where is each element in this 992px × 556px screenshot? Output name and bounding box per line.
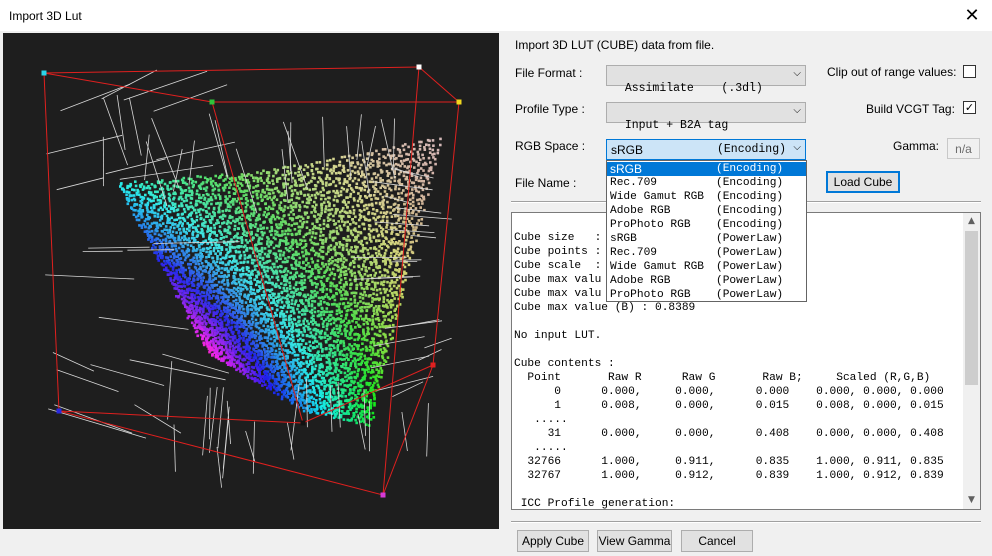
profile-type-label: Profile Type :	[515, 102, 585, 116]
option-name: Rec.709	[610, 247, 657, 259]
cube-corner-marker	[430, 362, 436, 368]
rgb-space-option[interactable]: ProPhoto RGB (Encoding)	[607, 218, 806, 232]
rgb-space-option[interactable]: sRGB (Encoding)	[607, 162, 806, 176]
scrollbar-thumb[interactable]	[965, 231, 978, 385]
option-encoding: (Encoding)	[716, 205, 784, 217]
cube-corner-marker	[56, 408, 62, 414]
option-encoding: (Encoding)	[716, 163, 784, 175]
chevron-down-icon: ⌵	[793, 68, 801, 79]
rgb-space-option[interactable]: Rec.709 (PowerLaw)	[607, 246, 806, 260]
chevron-down-icon: ⌵	[793, 142, 801, 153]
apply-cube-button[interactable]: Apply Cube	[517, 530, 589, 552]
divider	[511, 521, 981, 523]
gamma-field[interactable]: n/a	[947, 138, 980, 159]
rgb-space-label: RGB Space :	[515, 139, 586, 153]
gamma-label: Gamma:	[893, 139, 940, 153]
lut-cube-visualization[interactable]	[3, 33, 499, 529]
cube-edge	[432, 101, 460, 366]
file-name-label: File Name :	[515, 176, 577, 190]
option-name: sRGB	[610, 162, 643, 176]
option-encoding: (Encoding)	[716, 177, 784, 189]
rgb-space-option[interactable]: Wide Gamut RGB (Encoding)	[607, 190, 806, 204]
cube-edge	[43, 66, 420, 74]
vertical-scrollbar[interactable]: ▲ ▼	[963, 213, 980, 509]
cube-corner-marker	[416, 64, 422, 70]
option-name: Wide Gamut RGB	[610, 191, 704, 203]
scroll-down-icon[interactable]: ▼	[963, 492, 980, 509]
option-encoding: (Encoding)	[716, 219, 784, 231]
cube-edge	[58, 410, 304, 424]
option-encoding: (PowerLaw)	[716, 275, 784, 287]
option-encoding: (PowerLaw)	[716, 289, 784, 301]
cube-corner-marker	[209, 99, 215, 105]
option-name: Wide Gamut RGB	[610, 261, 704, 273]
option-name: Rec.709	[610, 177, 657, 189]
cube-corner-marker	[380, 492, 386, 498]
title-bar: Import 3D Lut ✕	[0, 0, 992, 31]
option-name: sRGB	[610, 233, 637, 245]
chevron-down-icon: ⌵	[793, 105, 801, 116]
build-vcgt-label: Build VCGT Tag:	[866, 102, 955, 116]
description-text: Import 3D LUT (CUBE) data from file.	[515, 38, 715, 52]
file-format-value: Assimilate (.3dl)	[624, 82, 763, 95]
rgb-space-option[interactable]: Adobe RGB (PowerLaw)	[607, 274, 806, 288]
rgb-space-select[interactable]: sRGB (Encoding) ⌵	[606, 139, 806, 160]
rgb-space-option[interactable]: Adobe RGB (Encoding)	[607, 204, 806, 218]
option-encoding: (PowerLaw)	[716, 233, 784, 245]
rgb-space-option[interactable]: Rec.709 (Encoding)	[607, 176, 806, 190]
cube-corner-marker	[456, 99, 462, 105]
option-encoding: (PowerLaw)	[716, 247, 784, 259]
option-encoding: (PowerLaw)	[716, 261, 784, 273]
cancel-button[interactable]: Cancel	[681, 530, 753, 552]
option-name: ProPhoto RGB	[610, 289, 691, 301]
lut-point-cloud	[119, 137, 442, 427]
option-name: Adobe RGB	[610, 205, 671, 217]
file-format-select[interactable]: Assimilate (.3dl) ⌵	[606, 65, 806, 95]
option-name: ProPhoto RGB	[610, 219, 691, 231]
option-encoding: (Encoding)	[716, 191, 784, 203]
cube-edge	[43, 72, 213, 103]
cube-edge	[418, 66, 460, 103]
cube-corner-marker	[41, 70, 47, 76]
profile-type-select[interactable]: Input + B2A tag ⌵	[606, 102, 806, 132]
rgb-space-option[interactable]: ProPhoto RGB (PowerLaw)	[607, 288, 806, 302]
rgb-space-value: sRGB	[611, 143, 644, 157]
file-format-label: File Format :	[515, 66, 583, 80]
cube-corner-marker	[300, 420, 306, 426]
close-icon[interactable]: ✕	[952, 0, 992, 31]
option-name: Adobe RGB	[610, 275, 671, 287]
view-gamma-button[interactable]: View Gamma	[597, 530, 672, 552]
rgb-space-option[interactable]: sRGB (PowerLaw)	[607, 232, 806, 246]
rgb-space-encoding: (Encoding)	[717, 143, 787, 156]
clip-out-of-range-checkbox[interactable]	[963, 65, 976, 78]
window-title: Import 3D Lut	[9, 9, 82, 23]
scroll-up-icon[interactable]: ▲	[963, 213, 980, 230]
rgb-space-option[interactable]: Wide Gamut RGB (PowerLaw)	[607, 260, 806, 274]
build-vcgt-checkbox[interactable]: ✓	[963, 101, 976, 114]
lut-3d-viewport[interactable]	[3, 33, 499, 529]
profile-type-value: Input + B2A tag	[624, 119, 729, 132]
clip-out-of-range-label: Clip out of range values:	[827, 65, 957, 79]
load-cube-button[interactable]: Load Cube	[826, 171, 900, 193]
cube-edge	[43, 72, 60, 412]
rgb-space-dropdown-list[interactable]: sRGB (Encoding) Rec.709 (Encoding) Wide Gamu…	[606, 160, 807, 302]
